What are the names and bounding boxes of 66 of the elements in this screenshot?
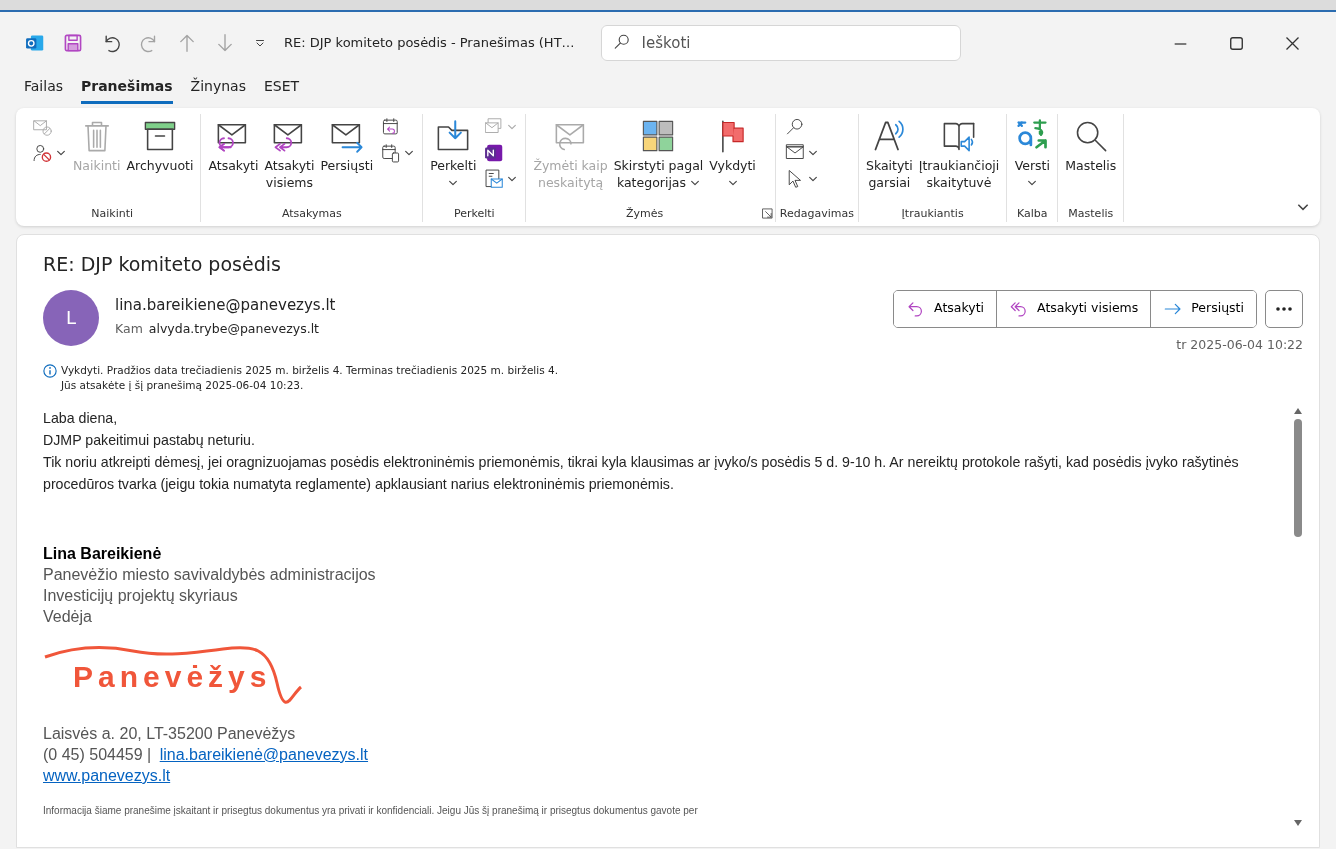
ribbon-button[interactable]: Mastelis [1062, 114, 1120, 206]
info-text: Jūs atsakėte į šį pranešimą 2025-06-04 10:23. [61, 377, 305, 393]
ribbon-button[interactable]: Atsakyti [205, 114, 262, 206]
disclaimer-text: Informacija šiame pranešime įskaitant ir prisegtus dokumentus yra privati ir konfidenciali. Jeigu Jūs šį pranešimą ir prisegtus dokumentus gavote per [43, 804, 699, 818]
menu-tab[interactable]: ESET [263, 74, 300, 104]
info-text: Vykdyti. Pradžios data trečiadienis 2025 m. birželis 4. Terminas trečiadienis 2025 m. birželis 4. [61, 362, 558, 378]
chevron-down-icon [507, 122, 518, 132]
message-action-button[interactable]: Atsakyti [894, 290, 998, 327]
group-label: Atsakymas [280, 205, 343, 222]
message-subject: RE: DJP komiteto posėdis [43, 253, 282, 276]
scroll-down-icon[interactable] [1293, 819, 1303, 827]
ribbon-button[interactable]: Skirstyti pagal kategorijas [610, 114, 707, 206]
signature-line: Panevėžio miesto savivaldybės administracijos [43, 565, 377, 585]
group-label: Įtraukiantis [900, 205, 965, 222]
city-logo: Panevėžys [43, 643, 303, 707]
maximize-icon [1229, 37, 1243, 51]
ribbon-button[interactable]: Perkelti [427, 114, 480, 206]
ribbon-button[interactable]: Persiųsti [317, 114, 377, 206]
chevron-down-icon [404, 148, 415, 158]
minimize-icon [1173, 42, 1187, 45]
ribbon-button[interactable]: Versti [1011, 114, 1054, 206]
dialog-launcher-icon[interactable] [761, 207, 773, 219]
save-icon[interactable] [62, 32, 84, 54]
group-label: Perkelti [452, 205, 496, 222]
avatar: L [43, 289, 99, 346]
window-title: RE: DJP komiteto posėdis - Pranešimas (HT… [284, 34, 575, 53]
sender-address: lina.bareikiene@panevezys.lt [115, 294, 336, 316]
signature-name: Lina Bareikienė [43, 544, 163, 564]
scroll-up-icon[interactable] [1293, 407, 1303, 415]
ribbon-button[interactable]: Archyvuoti [123, 114, 197, 206]
body-paragraph: DJMP pakeitimui pastabų neturiu. [43, 431, 256, 450]
website-link[interactable]: www.panevezys.lt [43, 767, 171, 784]
ribbon-button[interactable]: Vykdyti [706, 114, 759, 206]
scrollbar-thumb[interactable] [1294, 419, 1302, 537]
group-label: Kalba [1016, 205, 1049, 222]
search-field[interactable]: Ieškoti [600, 25, 961, 61]
close-icon [1285, 37, 1299, 51]
recipient-address: alvyda.trybe@panevezys.lt [148, 320, 319, 339]
group-label: Mastelis [1067, 205, 1115, 222]
ribbon-button[interactable]: Skaityti garsiai [862, 114, 916, 206]
body-paragraph: Laba diena, [43, 409, 119, 428]
group-label: Žymės [625, 205, 665, 222]
signature-line: Investicijų projektų skyriaus [43, 586, 239, 606]
message-date: tr 2025-06-04 10:22 [1176, 335, 1303, 354]
group-label: Redagavimas [779, 205, 854, 222]
info-icon [43, 363, 57, 378]
phone-text: (0 45) 504459 | [43, 746, 152, 763]
ribbon-button[interactable]: Įtraukiančioji skaitytuvė [915, 114, 1003, 206]
chevron-down-icon [56, 148, 66, 158]
search-icon [612, 33, 631, 51]
menu-tab[interactable]: Pranešimas [81, 74, 173, 104]
signature-line: Vedėja [43, 607, 93, 627]
chevron-down-icon [507, 174, 518, 184]
chevron-down-icon [807, 174, 818, 184]
more-options-button[interactable] [1265, 289, 1303, 328]
body-paragraph: Tik noriu atkreipti dėmesį, jei oragnizuojamas posėdis elektroninėmis priemonėmis, tikrai kyla klausimas ar įvyko/s posėdis 5 d. 9-10 h. Ar nereiktų protokole rašyti, kad posėdis įvyko rašytinės procedūros tvarka (jeigu tokia numatyta reglamente) apklausiant narius elektroninėmis priemonėmis. [43, 453, 1240, 494]
menu-tab[interactable]: Žinynas [190, 74, 246, 104]
menu-tab[interactable]: Failas [24, 74, 63, 104]
group-label: Naikinti [90, 205, 135, 222]
email-link[interactable]: lina.bareikienė@panevezys.lt [159, 746, 369, 763]
recipient-label: Kam [115, 320, 143, 339]
more-icon [1275, 305, 1293, 312]
chevron-down-icon [807, 148, 818, 158]
address-text: Laisvės a. 20, LT-35200 Panevėžys [43, 724, 297, 744]
mail-app-icon[interactable] [24, 32, 46, 54]
ribbon-button[interactable]: Atsakyti visiems [261, 114, 318, 206]
